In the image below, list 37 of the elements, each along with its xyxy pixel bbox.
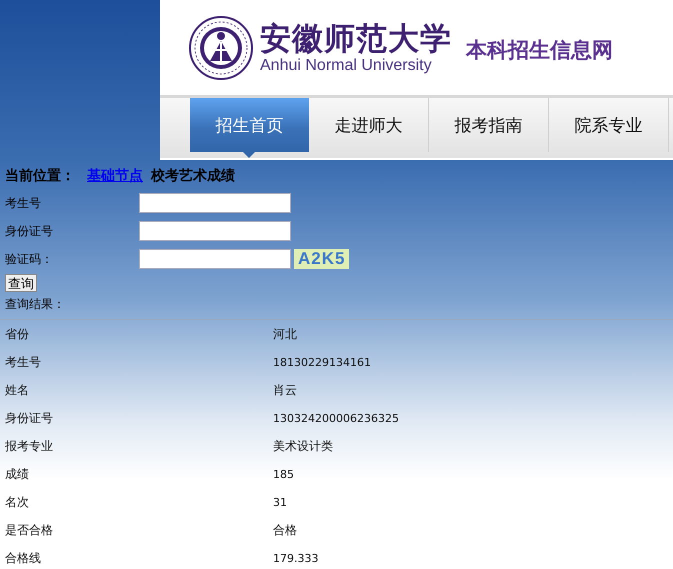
nav-tab[interactable]: 报考指南	[429, 98, 549, 152]
result-label: 合格线	[5, 550, 42, 566]
nav-tab[interactable]: 走进师大	[309, 98, 429, 152]
site-title: 本科招生信息网	[466, 36, 613, 64]
input-field[interactable]	[139, 193, 291, 213]
result-label: 成绩	[5, 466, 30, 482]
breadcrumb-current: 校考艺术成绩	[151, 167, 235, 185]
input-field[interactable]	[139, 249, 291, 269]
query-button[interactable]: 查询	[5, 274, 37, 292]
result-label: 身份证号	[5, 410, 54, 426]
results-label: 查询结果：	[5, 296, 66, 313]
field-label: 身份证号	[5, 222, 54, 240]
result-value: 185	[273, 466, 295, 482]
university-name: 安徽师范大学	[260, 20, 452, 56]
field-label: 考生号	[5, 194, 42, 212]
result-value: 肖云	[273, 382, 298, 398]
nav-tab[interactable]: 招生首页	[190, 98, 309, 158]
result-value: 18130229134161	[273, 354, 372, 370]
result-value: 31	[273, 494, 288, 510]
result-value: 130324200006236325	[273, 410, 400, 426]
breadcrumb-label: 当前位置：	[5, 167, 75, 185]
nav-tab[interactable]: 院系专业	[549, 98, 669, 152]
result-value: 179.333	[273, 550, 320, 566]
university-seal-icon	[188, 14, 254, 80]
result-label: 省份	[5, 326, 30, 342]
result-value: 河北	[273, 326, 298, 342]
result-label: 考生号	[5, 354, 42, 370]
result-label: 是否合格	[5, 522, 54, 538]
field-label: 验证码：	[5, 250, 54, 268]
result-label: 姓名	[5, 382, 30, 398]
result-value: 合格	[273, 522, 298, 538]
university-name-english: Anhui Normal University	[260, 56, 432, 74]
result-label: 报考专业	[5, 438, 54, 454]
input-field[interactable]	[139, 221, 291, 241]
captcha-image: A2K5	[294, 249, 350, 269]
result-value: 美术设计类	[273, 438, 334, 454]
result-label: 名次	[5, 494, 30, 510]
